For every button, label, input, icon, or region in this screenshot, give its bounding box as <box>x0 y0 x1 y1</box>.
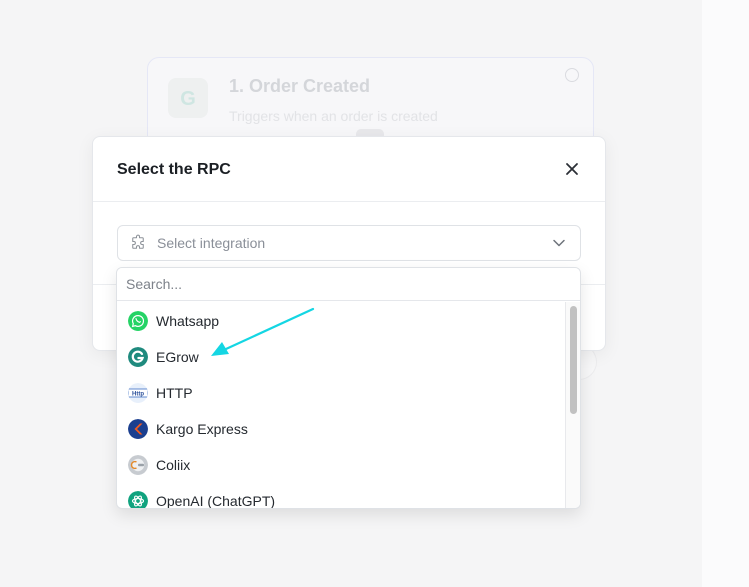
puzzle-icon <box>132 234 144 249</box>
node-title: 1. Order Created <box>229 76 371 96</box>
whatsapp-icon <box>128 311 148 331</box>
select-placeholder: Select integration <box>157 235 266 251</box>
modal-header: Select the RPC <box>93 137 605 202</box>
integration-options-list: Whatsapp EGrow Http HTTP Kargo Express C… <box>117 302 565 508</box>
integration-dropdown: Whatsapp EGrow Http HTTP <box>116 267 581 509</box>
close-icon <box>566 163 578 175</box>
option-label: HTTP <box>156 385 193 401</box>
option-openai[interactable]: OpenAI (ChatGPT) <box>117 483 565 508</box>
clock-icon <box>565 68 579 82</box>
kargo-express-icon <box>128 419 148 439</box>
option-kargo-express[interactable]: Kargo Express <box>117 411 565 447</box>
right-side-panel <box>702 0 749 587</box>
option-whatsapp[interactable]: Whatsapp <box>117 303 565 339</box>
modal-title: Select the RPC <box>117 161 231 178</box>
option-egrow[interactable]: EGrow <box>117 339 565 375</box>
coliix-icon <box>128 455 148 475</box>
node-subtitle: Triggers when an order is created <box>229 108 438 124</box>
option-label: Whatsapp <box>156 313 220 329</box>
scrollbar-thumb[interactable] <box>570 306 577 414</box>
option-label: Kargo Express <box>156 421 248 437</box>
http-icon: Http <box>128 383 148 403</box>
search-input[interactable] <box>117 268 580 301</box>
svg-text:G: G <box>180 88 196 110</box>
option-http[interactable]: Http HTTP <box>117 375 565 411</box>
chevron-down-icon <box>553 239 565 247</box>
option-label: OpenAI (ChatGPT) <box>156 493 276 508</box>
dropdown-scrollbar[interactable] <box>565 302 580 508</box>
svg-text:Http: Http <box>132 392 144 398</box>
close-button[interactable] <box>563 160 581 178</box>
egrow-node-logo: G <box>168 78 208 118</box>
openai-icon <box>128 491 148 508</box>
integration-select[interactable]: Select integration <box>117 225 581 261</box>
option-label: EGrow <box>156 349 199 365</box>
option-coliix[interactable]: Coliix <box>117 447 565 483</box>
option-label: Coliix <box>156 457 191 473</box>
egrow-logo-icon: G <box>180 88 196 110</box>
egrow-icon <box>128 347 148 367</box>
